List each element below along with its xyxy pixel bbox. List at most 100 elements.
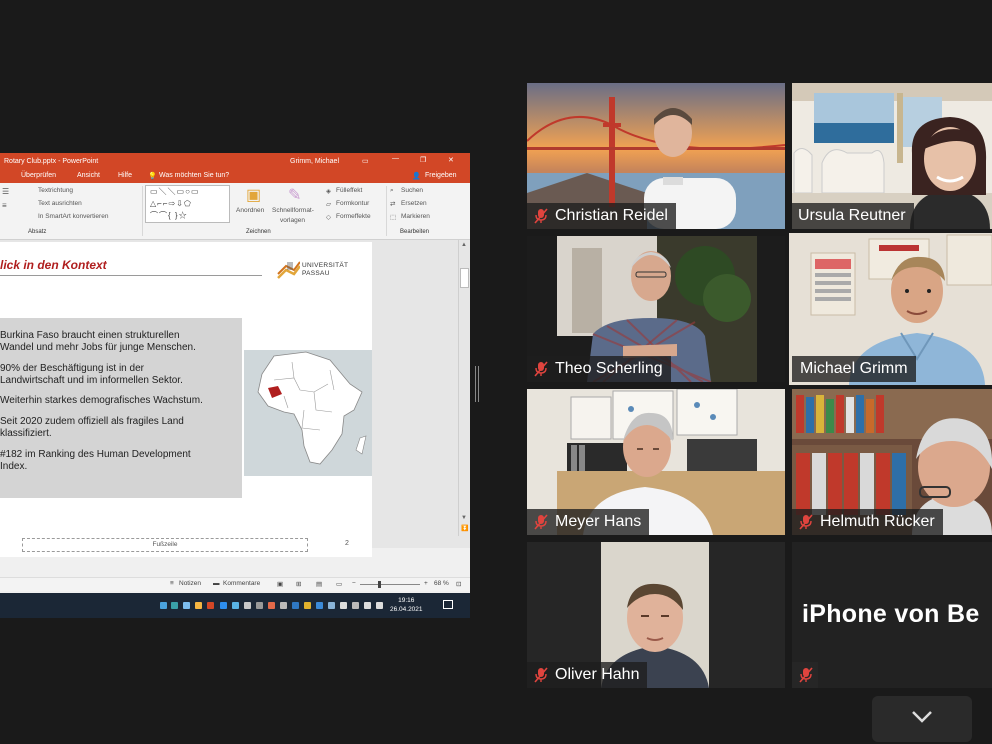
formkontur-button[interactable]: Formkontur <box>336 200 369 207</box>
tray-icon[interactable] <box>220 602 227 609</box>
tray-icon[interactable] <box>207 602 214 609</box>
participant-tile[interactable]: Theo Scherling <box>527 236 785 382</box>
participant-tile[interactable]: Oliver Hahn <box>527 542 785 688</box>
reading-view-icon[interactable]: ▤ <box>316 580 322 588</box>
tab-hilfe[interactable]: Hilfe <box>118 172 132 179</box>
normal-view-icon[interactable]: ▣ <box>277 580 283 588</box>
slideshow-icon[interactable]: ▭ <box>336 580 342 588</box>
markieren-button[interactable]: Markieren <box>401 213 430 220</box>
next-slide-icon[interactable]: ⏬ <box>461 525 468 532</box>
share-button[interactable]: Freigeben <box>425 172 457 179</box>
bluetooth-icon[interactable] <box>316 602 323 609</box>
select-icon: ⬚ <box>390 214 397 221</box>
taskbar-clock[interactable]: 19:16 26.04.2021 <box>390 596 423 614</box>
tray-icon[interactable] <box>268 602 275 609</box>
participant-tile[interactable]: iPhone von Be <box>792 542 992 688</box>
tray-icon[interactable] <box>232 602 239 609</box>
tray-icon[interactable] <box>183 602 190 609</box>
tray-icon[interactable] <box>195 602 202 609</box>
lightbulb-icon: 💡 <box>148 173 157 180</box>
slide-editor[interactable]: lick in den Kontext UNIVERSITÄT PASSAU Bu… <box>0 240 470 557</box>
video-call-window: Rotary Club.pptx - PowerPoint Grimm, Mic… <box>0 0 992 744</box>
tray-icon[interactable] <box>256 602 263 609</box>
clock-date: 26.04.2021 <box>390 606 423 613</box>
zoom-out-icon[interactable]: − <box>352 580 356 587</box>
bullet-text: Weiterhin starkes demografisches Wachstu… <box>0 395 203 406</box>
bullet-text: Seit 2020 zudem offiziell als fragiles L… <box>0 416 184 427</box>
status-bar: ≡ Notizen ▬ Kommentare ▣ ⊞ ▤ ▭ − + 68 % … <box>0 577 470 591</box>
tray-icon[interactable] <box>292 602 299 609</box>
notification-icon[interactable] <box>443 600 453 609</box>
tell-me-search[interactable]: Was möchten Sie tun? <box>159 172 229 179</box>
participant-tile[interactable]: Meyer Hans <box>527 389 785 535</box>
scroll-thumb[interactable] <box>460 268 469 288</box>
vertical-scrollbar[interactable]: ▲ ▼ ⏬ <box>458 240 470 536</box>
tray-icon[interactable] <box>340 602 347 609</box>
scroll-up-icon[interactable]: ▲ <box>461 242 467 248</box>
fill-icon: ◈ <box>326 188 331 195</box>
participant-name-display: iPhone von Be <box>802 600 980 628</box>
ribbon: ☰ ≡ Textrichtung Text ausrichten In Smar… <box>0 183 470 240</box>
logo-line1: UNIVERSITÄT <box>302 262 349 269</box>
align-icon[interactable]: ≡ <box>2 201 7 210</box>
effects-icon: ◇ <box>326 214 331 221</box>
scroll-down-icon[interactable]: ▼ <box>461 515 467 521</box>
fuelleffekt-button[interactable]: Fülleffekt <box>336 187 362 194</box>
zoom-level[interactable]: 68 % <box>434 580 449 587</box>
participant-name-tag: Meyer Hans <box>527 509 650 535</box>
slide[interactable]: lick in den Kontext UNIVERSITÄT PASSAU Bu… <box>0 242 372 557</box>
windows-taskbar: 19:16 26.04.2021 <box>0 593 470 618</box>
tray-icon[interactable] <box>160 602 167 609</box>
tray-icon[interactable] <box>171 602 178 609</box>
minimize-icon[interactable]: — <box>392 155 399 162</box>
comments-button[interactable]: Kommentare <box>223 580 260 587</box>
participant-tile-active-speaker[interactable]: Michael Grimm <box>789 233 992 385</box>
participant-name-tag: Theo Scherling <box>527 356 671 382</box>
zoom-in-icon[interactable]: + <box>424 580 428 587</box>
split-view-handle[interactable] <box>475 366 479 402</box>
participant-name-tag <box>792 662 818 688</box>
tab-ansicht[interactable]: Ansicht <box>77 172 100 179</box>
tray-icon[interactable] <box>304 602 311 609</box>
clock-time: 19:16 <box>398 597 415 604</box>
ribbon-display-icon[interactable]: ▭ <box>362 157 369 165</box>
shared-screen[interactable]: Rotary Club.pptx - PowerPoint Grimm, Mic… <box>0 153 470 618</box>
suchen-button[interactable]: Suchen <box>401 187 423 194</box>
tray-icon[interactable] <box>352 602 359 609</box>
formeffekte-button[interactable]: Formeffekte <box>336 213 371 220</box>
participant-name: Meyer Hans <box>555 513 642 530</box>
muted-mic-icon <box>799 667 813 683</box>
tray-icon[interactable] <box>280 602 287 609</box>
participant-name: Oliver Hahn <box>555 666 640 683</box>
tray-icon[interactable] <box>244 602 251 609</box>
ribbon-tabs: n Überprüfen Ansicht Hilfe 💡 Was möchten… <box>0 170 470 183</box>
scroll-gallery-button[interactable] <box>872 696 972 742</box>
slide-sorter-icon[interactable]: ⊞ <box>296 580 301 588</box>
anordnen-button[interactable]: Anordnen <box>236 207 264 214</box>
university-logo: UNIVERSITÄT PASSAU <box>276 260 356 282</box>
tab-ueberpruefen[interactable]: Überprüfen <box>21 172 56 179</box>
textrichtung-button[interactable]: Textrichtung <box>38 187 73 194</box>
tray-icon[interactable] <box>328 602 335 609</box>
university-logo-mark <box>277 261 300 279</box>
close-icon[interactable]: ✕ <box>448 156 454 164</box>
text-ausrichten-button[interactable]: Text ausrichten <box>38 200 82 207</box>
schnellformat-button[interactable]: Schnellformat- <box>272 207 314 214</box>
participant-name: Christian Reidel <box>555 207 668 224</box>
participant-tile[interactable]: Helmuth Rücker <box>792 389 992 535</box>
ersetzen-button[interactable]: Ersetzen <box>401 200 427 207</box>
participant-name-tag: Ursula Reutner <box>792 203 914 229</box>
slide-footer: Fußzeile <box>22 538 308 552</box>
notes-button[interactable]: Notizen <box>179 580 201 587</box>
network-icon[interactable] <box>364 602 371 609</box>
participant-tile[interactable]: Ursula Reutner <box>792 83 992 229</box>
list-icon[interactable]: ☰ <box>2 187 9 196</box>
zoom-slider[interactable] <box>360 581 420 588</box>
smartart-button[interactable]: In SmartArt konvertieren <box>38 213 108 220</box>
shapes-gallery[interactable]: ▭＼＼▭○▭ △⌐⌐⇨⇩⬠ ⌒⌒{ }☆ <box>145 185 230 223</box>
bullet-text: Index. <box>0 461 28 472</box>
fit-slide-icon[interactable]: ⊡ <box>456 580 461 588</box>
volume-icon[interactable] <box>376 602 383 609</box>
maximize-icon[interactable]: ❐ <box>420 156 426 164</box>
participant-tile[interactable]: Christian Reidel <box>527 83 785 229</box>
